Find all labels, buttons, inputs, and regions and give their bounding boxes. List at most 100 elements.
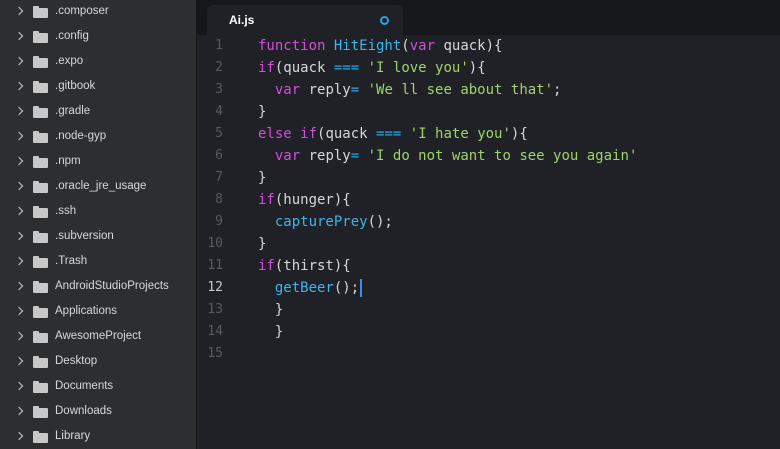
code-token: (thirst){ <box>274 258 351 274</box>
code-token: if <box>258 258 275 274</box>
tree-item-folder[interactable]: .gradle <box>0 100 196 125</box>
code-token: var <box>274 148 301 164</box>
folder-icon <box>33 156 48 168</box>
code-token: HitEight <box>333 38 402 54</box>
code-token: } <box>258 302 284 318</box>
code-token: else if <box>258 126 318 142</box>
code-token: === <box>376 126 402 142</box>
tree-item-label: .gradle <box>55 105 91 117</box>
code-line[interactable]: } <box>258 299 283 321</box>
folder-icon <box>33 131 48 143</box>
tree-item-folder[interactable]: .config <box>0 25 196 50</box>
tree-item-folder[interactable]: Library <box>0 425 196 449</box>
tab-ai-js[interactable]: Ai.js <box>207 5 403 35</box>
chevron-right-icon[interactable] <box>14 131 24 141</box>
tree-item-label: .config <box>55 30 89 42</box>
chevron-right-icon[interactable] <box>14 56 24 66</box>
line-number: 1 <box>215 38 223 53</box>
chevron-right-icon[interactable] <box>14 231 24 241</box>
tree-item-label: .expo <box>55 55 84 67</box>
tree-item-folder[interactable]: .Trash <box>0 250 196 275</box>
chevron-right-icon[interactable] <box>14 106 24 116</box>
line-number: 3 <box>215 82 223 97</box>
code-token: 'I love you' <box>367 60 469 76</box>
tree-item-folder[interactable]: .ssh <box>0 200 196 225</box>
tree-item-label: .subversion <box>55 230 114 242</box>
code-line[interactable]: capturePrey(); <box>258 211 393 233</box>
chevron-right-icon[interactable] <box>14 256 24 266</box>
tree-item-folder[interactable]: .subversion <box>0 225 196 250</box>
folder-icon <box>33 306 48 318</box>
code-token: ){ <box>510 126 528 142</box>
code-line[interactable]: if(hunger){ <box>258 189 351 211</box>
tree-item-folder[interactable]: Applications <box>0 300 196 325</box>
line-number: 11 <box>207 258 223 273</box>
code-token: } <box>258 324 284 340</box>
folder-icon <box>33 106 48 118</box>
line-number: 9 <box>215 214 223 229</box>
text-cursor <box>360 279 363 297</box>
code-token: ){ <box>468 60 486 76</box>
tree-item-folder[interactable]: Downloads <box>0 400 196 425</box>
chevron-right-icon[interactable] <box>14 206 24 216</box>
tree-item-label: .node-gyp <box>55 130 107 142</box>
chevron-right-icon[interactable] <box>14 331 24 341</box>
code-line[interactable]: getBeer(); <box>258 277 363 299</box>
tree-item-folder[interactable]: AwesomeProject <box>0 325 196 350</box>
folder-icon <box>33 6 48 18</box>
chevron-right-icon[interactable] <box>14 181 24 191</box>
tree-item-folder[interactable]: AndroidStudioProjects <box>0 275 196 300</box>
code-line[interactable]: function HitEight(var quack){ <box>258 35 502 57</box>
tree-item-folder[interactable]: Desktop <box>0 350 196 375</box>
code-line[interactable]: if(thirst){ <box>258 255 351 277</box>
code-token: reply <box>300 82 351 98</box>
folder-icon <box>33 381 48 393</box>
tree-item-label: Applications <box>55 305 118 317</box>
tree-item-folder[interactable]: .node-gyp <box>0 125 196 150</box>
modified-dot-icon[interactable] <box>380 16 389 25</box>
code-token: function <box>258 38 334 54</box>
code-token: reply <box>300 148 351 164</box>
chevron-right-icon[interactable] <box>14 406 24 416</box>
code-token: if <box>258 60 275 76</box>
chevron-right-icon[interactable] <box>14 81 24 91</box>
code-line[interactable]: } <box>258 321 283 343</box>
line-number: 13 <box>207 302 223 317</box>
tab-title: Ai.js <box>229 13 255 27</box>
chevron-right-icon[interactable] <box>14 431 24 441</box>
tree-item-label: Documents <box>55 380 114 392</box>
chevron-right-icon[interactable] <box>14 31 24 41</box>
folder-icon <box>33 56 48 68</box>
tree-item-label: .composer <box>55 5 109 17</box>
tree-item-folder[interactable]: .gitbook <box>0 75 196 100</box>
code-line[interactable]: } <box>258 167 266 189</box>
folder-icon <box>33 231 48 243</box>
code-line[interactable]: if(quack === 'I love you'){ <box>258 57 486 79</box>
code-line[interactable]: else if(quack === 'I hate you'){ <box>258 123 528 145</box>
folder-icon <box>33 406 48 418</box>
code-line[interactable]: var reply= 'I do not want to see you aga… <box>258 145 637 167</box>
code-line[interactable]: } <box>258 233 266 255</box>
chevron-right-icon[interactable] <box>14 306 24 316</box>
chevron-right-icon[interactable] <box>14 356 24 366</box>
chevron-right-icon[interactable] <box>14 281 24 291</box>
code-token: 'I hate you' <box>409 126 511 142</box>
tree-item-folder[interactable]: .expo <box>0 50 196 75</box>
folder-icon <box>33 331 48 343</box>
tree-item-folder[interactable]: .npm <box>0 150 196 175</box>
chevron-right-icon[interactable] <box>14 381 24 391</box>
code-line[interactable]: } <box>258 101 266 123</box>
tree-item-folder[interactable]: Documents <box>0 375 196 400</box>
chevron-right-icon[interactable] <box>14 6 24 16</box>
tree-item-folder[interactable]: .composer <box>0 0 196 25</box>
line-number: 12 <box>207 280 223 295</box>
chevron-right-icon[interactable] <box>14 156 24 166</box>
code-line[interactable]: var reply= 'We ll see about that'; <box>258 79 562 101</box>
tree-item-folder[interactable]: .oracle_jre_usage <box>0 175 196 200</box>
code-token: 'I do not want to see you again' <box>367 148 638 164</box>
